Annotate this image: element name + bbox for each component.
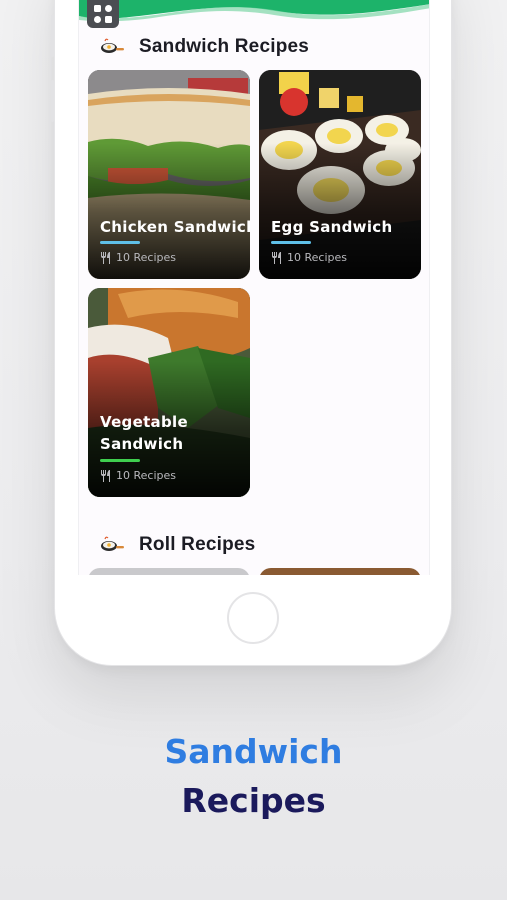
card-accent-bar — [100, 241, 140, 244]
card-overlay — [88, 70, 250, 279]
recipe-card-roll[interactable] — [88, 568, 250, 575]
recipe-card-roll[interactable] — [259, 568, 421, 575]
pan-icon — [101, 38, 124, 53]
card-meta: 10 Recipes — [100, 469, 176, 482]
fork-knife-icon — [101, 469, 110, 482]
app-screen: Sandwich Recipes Chicken Sandwich 10 Rec… — [78, 0, 430, 575]
card-title: Vegetable — [100, 413, 188, 431]
phone-side-button — [452, 18, 455, 80]
recipe-card-vegetable-sandwich[interactable]: Vegetable Sandwich 10 Recipes — [88, 288, 250, 497]
recipe-card-egg-sandwich[interactable]: Egg Sandwich 10 Recipes — [259, 70, 421, 279]
card-title: Egg Sandwich — [271, 218, 393, 236]
card-meta: 10 Recipes — [271, 251, 347, 264]
recipe-count: 10 Recipes — [287, 251, 347, 264]
menu-button[interactable] — [87, 0, 119, 28]
card-meta: 10 Recipes — [100, 251, 176, 264]
section-title: Sandwich Recipes — [139, 36, 310, 57]
section-header-sandwich: Sandwich Recipes — [99, 36, 309, 58]
recipe-count: 10 Recipes — [116, 251, 176, 264]
card-accent-bar — [271, 241, 311, 244]
fork-knife-icon — [272, 251, 281, 264]
grid-icon — [94, 5, 112, 23]
section-title: Roll Recipes — [139, 534, 256, 555]
card-title: Sandwich — [100, 435, 184, 453]
card-overlay — [88, 288, 250, 497]
section-header-roll: Roll Recipes — [99, 534, 255, 556]
recipe-count: 10 Recipes — [116, 469, 176, 482]
caption-line-1: Sandwich — [164, 732, 343, 771]
card-overlay — [259, 70, 421, 279]
phone-home-button[interactable] — [227, 592, 279, 644]
header-wave — [79, 0, 429, 22]
caption-line-2: Recipes — [181, 781, 326, 820]
card-title: Chicken Sandwich — [100, 218, 250, 236]
phone-side-button — [51, 80, 54, 122]
phone-side-button — [51, 15, 54, 57]
fork-knife-icon — [101, 251, 110, 264]
recipe-card-chicken-sandwich[interactable]: Chicken Sandwich 10 Recipes — [88, 70, 250, 279]
card-accent-bar — [100, 459, 140, 462]
pan-icon — [101, 536, 124, 551]
